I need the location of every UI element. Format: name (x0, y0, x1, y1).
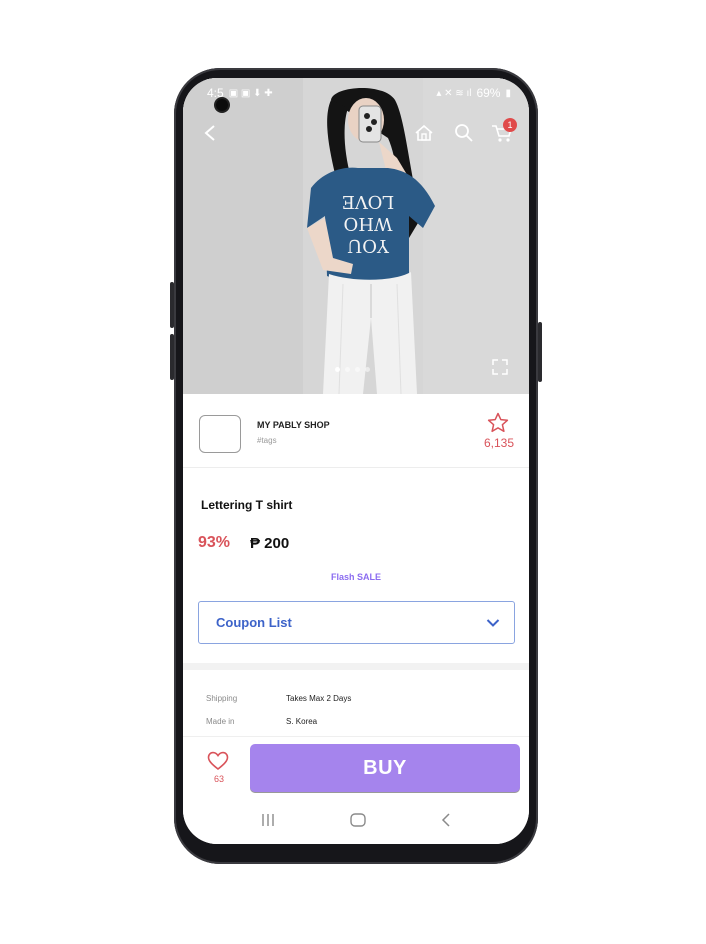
star-icon (487, 412, 509, 433)
pager-dot[interactable] (365, 367, 370, 372)
top-nav: 1 (183, 118, 529, 150)
signal-icon: ▴ ✕ ≋ ıl (436, 87, 472, 99)
expand-icon (492, 359, 508, 375)
shirt-print-line: LOVE (342, 191, 395, 212)
spec-label: Made in (206, 717, 235, 726)
front-camera (216, 99, 228, 111)
favorite-count: 6,135 (483, 436, 515, 450)
chevron-down-icon (486, 618, 500, 627)
spec-label: Shipping (206, 694, 238, 703)
action-bar: 63 BUY (183, 736, 529, 800)
section-divider (183, 663, 529, 670)
product-price: ₱ 200 (250, 535, 290, 552)
back-button[interactable] (195, 118, 225, 148)
home-nav-icon (350, 812, 366, 827)
expand-button[interactable] (489, 356, 511, 378)
spec-value: Takes Max 2 Days (286, 694, 352, 703)
back-nav-icon (442, 812, 450, 827)
image-pager[interactable] (335, 367, 370, 372)
product-image[interactable]: LOVE WHO YOU 4:5 ▣ ▣ ⬇ ✚ ▴ ✕ ≋ ıl 69% ▮ (183, 78, 529, 394)
cart-badge: 1 (503, 118, 517, 132)
home-button[interactable] (409, 118, 439, 148)
phone-side-button (170, 282, 174, 328)
like-count: 63 (213, 774, 224, 784)
pager-dot[interactable] (335, 367, 340, 372)
favorite-shop-button[interactable] (487, 412, 509, 438)
shirt-print-line: WHO (344, 213, 393, 234)
search-button[interactable] (449, 118, 479, 148)
coupon-list-label: Coupon List (216, 615, 292, 630)
coupon-list-dropdown[interactable]: Coupon List (198, 601, 515, 644)
phone-side-button (538, 322, 542, 382)
search-icon (455, 124, 473, 142)
shop-tags[interactable]: #tags (257, 436, 277, 445)
status-bar: 4:5 ▣ ▣ ⬇ ✚ ▴ ✕ ≋ ıl 69% ▮ (183, 78, 529, 108)
like-button[interactable] (207, 751, 229, 776)
discount-rate: 93% (198, 534, 231, 551)
shop-row[interactable]: MY PABLY SHOP #tags 6,135 (183, 394, 529, 468)
system-nav-bar (183, 800, 529, 844)
battery-icon: ▮ (505, 87, 511, 99)
heart-icon (207, 751, 229, 771)
cart-button[interactable]: 1 (487, 118, 517, 148)
status-time: 4:5 (207, 86, 224, 100)
back-icon (204, 125, 215, 141)
buy-button[interactable]: BUY (250, 744, 520, 792)
home-icon (415, 124, 433, 141)
recents-button[interactable] (260, 813, 276, 832)
flash-sale-label: Flash SALE (330, 572, 381, 582)
pager-dot[interactable] (355, 367, 360, 372)
home-nav-button[interactable] (349, 812, 367, 833)
shop-name[interactable]: MY PABLY SHOP (257, 420, 330, 430)
pager-dot[interactable] (345, 367, 350, 372)
recents-icon (261, 813, 274, 826)
shirt-print-line: YOU (347, 235, 390, 256)
back-nav-button[interactable] (440, 812, 452, 833)
battery-level: 69% (476, 86, 501, 100)
spec-value: S. Korea (286, 717, 318, 726)
shop-logo[interactable] (199, 415, 241, 453)
phone-side-button (170, 334, 174, 380)
notification-icon: ▣ ▣ ⬇ ✚ (228, 87, 273, 99)
product-title: Lettering T shirt (201, 498, 293, 512)
phone-screen: LOVE WHO YOU 4:5 ▣ ▣ ⬇ ✚ ▴ ✕ ≋ ıl 69% ▮ (183, 78, 529, 844)
